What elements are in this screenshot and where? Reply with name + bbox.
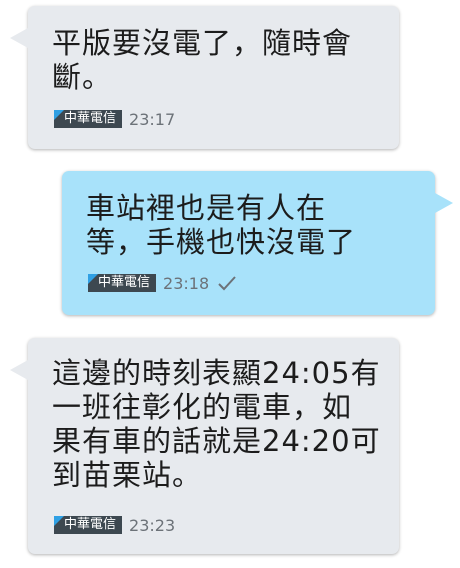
sim-label: 中華電信 xyxy=(64,111,117,126)
message-text: 這邊的時刻表顯24:05有 一班往彰化的電車，如 果有車的話就是24:20可 到… xyxy=(52,356,381,492)
sim-badge: 中華電信 xyxy=(54,110,123,128)
message-meta: 中華電信 23:18 xyxy=(88,273,237,293)
bubble-tail xyxy=(10,360,28,380)
message-bubble-incoming[interactable]: 平版要沒電了，隨時會 斷。 中華電信 23:17 xyxy=(10,6,399,149)
sim-badge: 中華電信 xyxy=(88,274,157,292)
message-bubble-outgoing[interactable]: 車站裡也是有人在 等，手機也快沒電了 中華電信 23:18 xyxy=(62,171,453,315)
message-text: 車站裡也是有人在 等，手機也快沒電了 xyxy=(86,191,357,259)
message-time: 23:18 xyxy=(163,273,210,293)
message-meta: 中華電信 23:17 xyxy=(54,109,175,129)
message-time: 23:23 xyxy=(129,515,176,535)
sim-flag-icon xyxy=(88,274,98,284)
sim-label: 中華電信 xyxy=(64,517,117,532)
bubble-tail xyxy=(10,28,28,48)
message-bubble-incoming[interactable]: 這邊的時刻表顯24:05有 一班往彰化的電車，如 果有車的話就是24:20可 到… xyxy=(10,338,399,554)
sim-flag-icon xyxy=(54,110,64,120)
message-meta: 中華電信 23:23 xyxy=(54,515,175,535)
sim-flag-icon xyxy=(54,516,64,526)
bubble-tail xyxy=(435,193,453,213)
sim-label: 中華電信 xyxy=(98,275,151,290)
sim-badge: 中華電信 xyxy=(54,516,123,534)
message-text: 平版要沒電了，隨時會 斷。 xyxy=(52,26,353,94)
check-icon xyxy=(218,276,236,291)
message-time: 23:17 xyxy=(129,109,176,129)
